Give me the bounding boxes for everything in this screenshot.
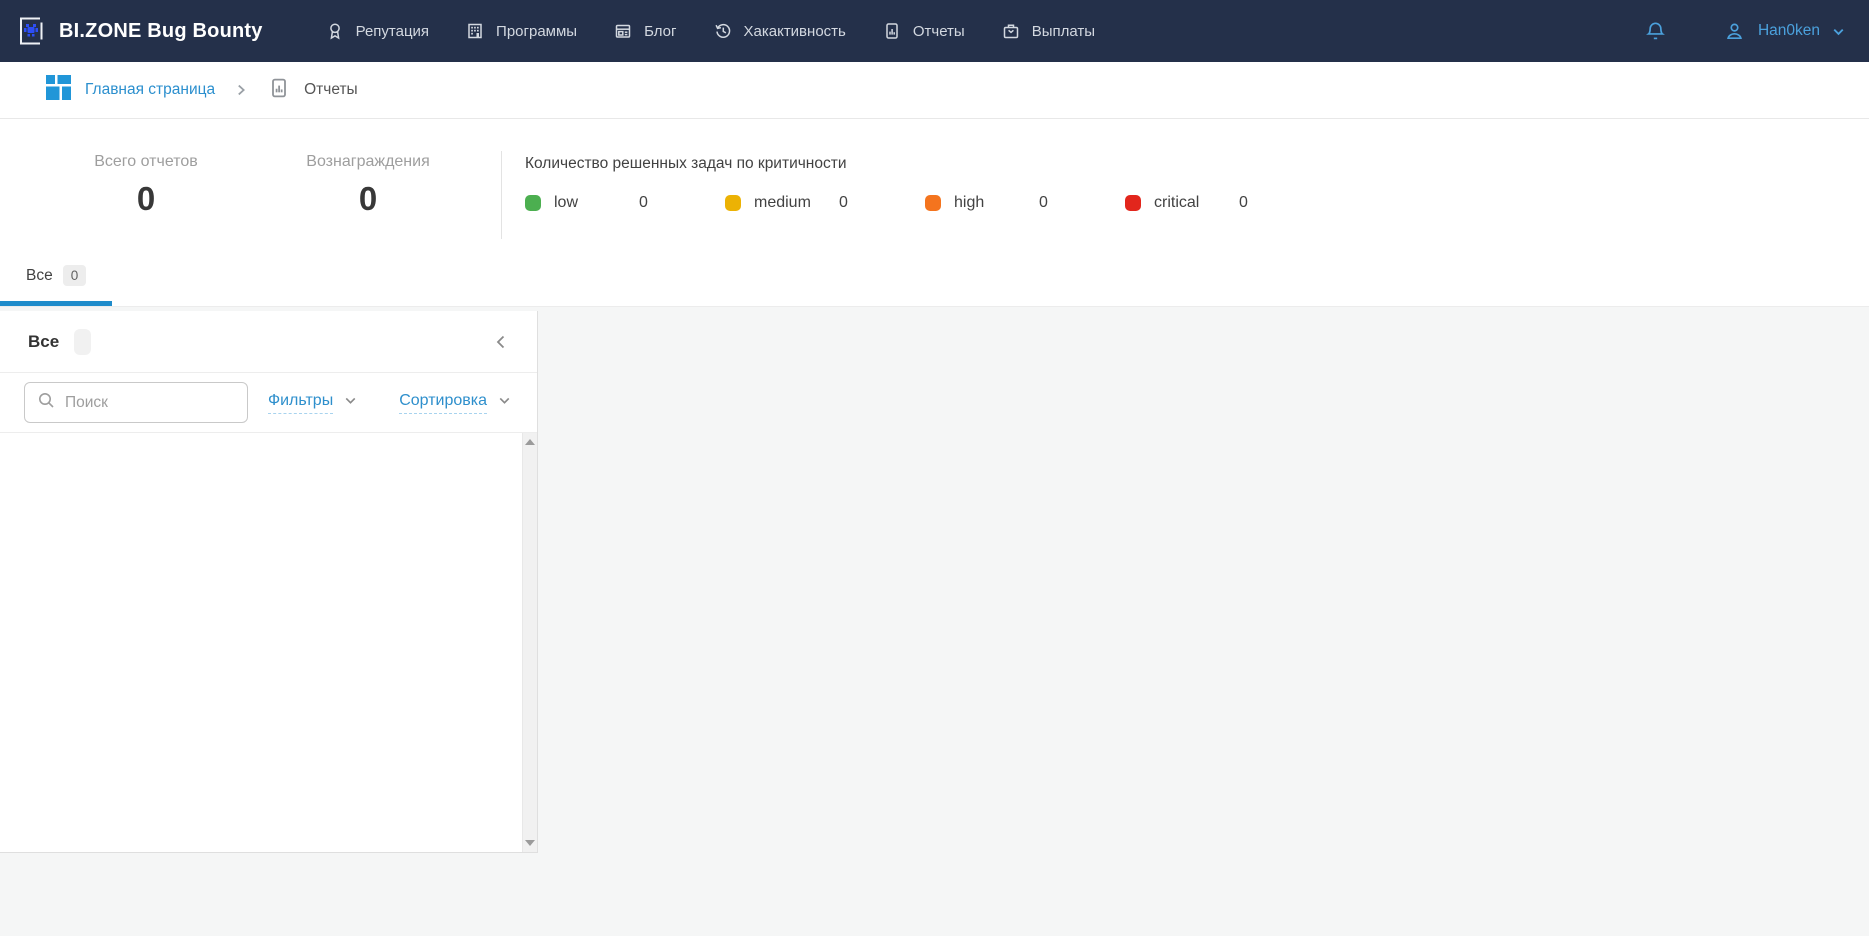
breadcrumb-home-label: Главная страница — [85, 81, 215, 99]
scroll-up-icon[interactable] — [525, 439, 535, 445]
severity-count: 0 — [639, 194, 648, 212]
stats-strip: Всего отчетов 0 Вознаграждения 0 Количес… — [0, 119, 1869, 249]
stat-label: Всего отчетов — [35, 153, 257, 171]
stat-value: 0 — [35, 180, 257, 218]
briefcase-icon — [1001, 21, 1021, 41]
low-swatch — [525, 195, 541, 211]
severity-title: Количество решенных задач по критичности — [525, 155, 1325, 173]
nav-item-label: Выплаты — [1032, 23, 1095, 40]
search-box[interactable] — [24, 382, 248, 423]
nav-item-blog[interactable]: Блог — [613, 21, 676, 41]
breadcrumb-current-label: Отчеты — [304, 81, 358, 99]
panel-count-badge — [74, 329, 91, 355]
search-input[interactable] — [65, 394, 235, 412]
award-icon — [325, 21, 345, 41]
severity-block: Количество решенных задач по критичности… — [525, 153, 1325, 249]
breadcrumb-home[interactable]: Главная страница — [45, 74, 215, 106]
stat-total-reports: Всего отчетов 0 — [35, 153, 257, 249]
dashboard-grid-icon — [45, 74, 72, 106]
breadcrumb: Главная страница Отчеты — [0, 62, 1869, 119]
severity-legend: low 0 medium 0 high 0 critical 0 — [525, 194, 1325, 212]
nav-item-reports[interactable]: Отчеты — [882, 21, 965, 41]
severity-label: critical — [1154, 194, 1239, 212]
chevron-down-icon — [496, 392, 513, 414]
filters-label: Фильтры — [268, 392, 333, 414]
vertical-divider — [501, 151, 502, 239]
chevron-right-icon — [233, 82, 249, 98]
critical-swatch — [1125, 195, 1141, 211]
nav-item-label: Отчеты — [913, 23, 965, 40]
panel-header: Все — [0, 311, 537, 373]
severity-label: high — [954, 194, 1039, 212]
collapse-panel-icon[interactable] — [491, 332, 511, 352]
stat-value: 0 — [257, 180, 479, 218]
severity-item-high: high 0 — [925, 194, 1125, 212]
nav-item-hackactivity[interactable]: Хакактивность — [713, 21, 846, 41]
severity-count: 0 — [839, 194, 848, 212]
brand-name: BI.ZONE Bug Bounty — [59, 20, 263, 43]
blog-icon — [613, 21, 633, 41]
severity-label: low — [554, 194, 639, 212]
stat-label: Вознаграждения — [257, 153, 479, 171]
severity-item-low: low 0 — [525, 194, 725, 212]
stat-rewards: Вознаграждения 0 — [257, 153, 479, 249]
navbar-right: Han0ken — [1644, 20, 1847, 43]
severity-count: 0 — [1039, 194, 1048, 212]
notifications-bell-icon[interactable] — [1644, 20, 1667, 43]
tab-label: Все — [26, 267, 53, 285]
nav-item-label: Репутация — [356, 23, 429, 40]
history-icon — [713, 21, 733, 41]
high-swatch — [925, 195, 941, 211]
medium-swatch — [725, 195, 741, 211]
chevron-down-icon — [342, 392, 359, 414]
tab-all[interactable]: Все 0 — [0, 249, 112, 306]
nav-item-payouts[interactable]: Выплаты — [1001, 21, 1095, 41]
main-nav: Репутация Программы — [325, 21, 1095, 41]
brand-logo[interactable]: BI.ZONE Bug Bounty — [13, 13, 263, 49]
scroll-down-icon[interactable] — [525, 840, 535, 846]
main-content: Все Фильтры — [0, 307, 1869, 936]
search-icon — [37, 391, 56, 415]
nav-item-label: Хакактивность — [744, 23, 846, 40]
report-icon — [882, 21, 902, 41]
panel-toolbar: Фильтры Сортировка — [0, 373, 537, 433]
severity-item-critical: critical 0 — [1125, 194, 1325, 212]
tabs-bar: Все 0 — [0, 249, 1869, 307]
severity-label: medium — [754, 194, 839, 212]
nav-item-reputation[interactable]: Репутация — [325, 21, 429, 41]
sort-dropdown[interactable]: Сортировка — [399, 392, 513, 414]
reports-list-panel: Все Фильтры — [0, 311, 538, 853]
report-doc-icon — [267, 76, 291, 105]
vertical-scrollbar[interactable] — [522, 433, 537, 852]
chevron-down-icon — [1830, 23, 1847, 40]
tab-count-badge: 0 — [63, 265, 87, 286]
breadcrumb-current: Отчеты — [267, 76, 358, 105]
user-menu[interactable]: Han0ken — [1723, 20, 1847, 43]
severity-item-medium: medium 0 — [725, 194, 925, 212]
nav-item-programs[interactable]: Программы — [465, 21, 577, 41]
top-navbar: BI.ZONE Bug Bounty Репутация — [0, 0, 1869, 62]
filters-dropdown[interactable]: Фильтры — [268, 392, 359, 414]
user-icon — [1723, 20, 1746, 43]
nav-item-label: Блог — [644, 23, 676, 40]
panel-title: Все — [28, 332, 59, 352]
reports-list — [0, 433, 537, 852]
username: Han0ken — [1758, 22, 1820, 40]
nav-item-label: Программы — [496, 23, 577, 40]
sort-label: Сортировка — [399, 392, 487, 414]
severity-count: 0 — [1239, 194, 1248, 212]
bizone-logo-icon — [13, 13, 49, 49]
building-icon — [465, 21, 485, 41]
